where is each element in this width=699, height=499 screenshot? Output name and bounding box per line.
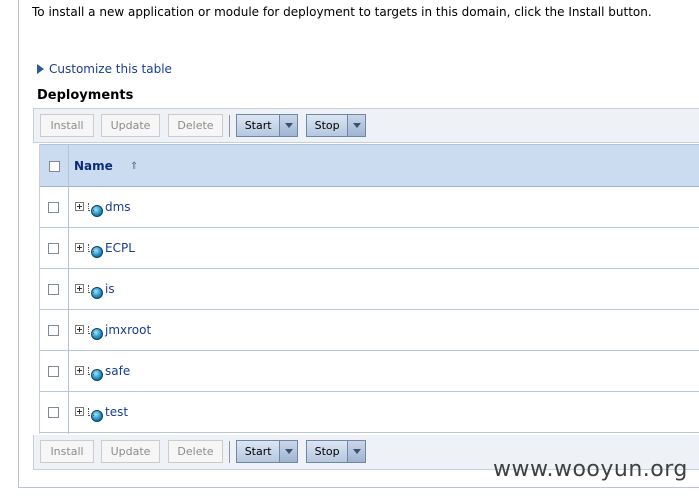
start-dropdown-button[interactable] [280,441,297,462]
application-icon [88,244,103,258]
customize-table-label: Customize this table [49,62,172,76]
deployments-table: Name ⇑ dms ECPL is jmxroot safe test [39,144,699,434]
chevron-down-icon [352,449,361,454]
stop-split-button: Stop [306,440,366,463]
install-button[interactable]: Install [40,440,94,463]
update-button[interactable]: Update [101,114,160,137]
deployment-name-link[interactable]: dms [105,200,131,214]
table-row: dms [40,187,699,228]
top-toolbar: Install Update Delete Start Stop [33,108,699,143]
table-row: is [40,269,699,310]
start-dropdown-button[interactable] [280,115,297,136]
table-row: jmxroot [40,310,699,351]
expand-plus-icon[interactable] [75,202,84,211]
watermark: www.wooyun.org [493,457,688,482]
row-checkbox[interactable] [48,407,59,418]
expand-plus-icon[interactable] [75,325,84,334]
start-button[interactable]: Start [237,115,281,136]
stop-split-button: Stop [306,114,366,137]
stop-dropdown-button[interactable] [348,115,365,136]
application-icon [88,285,103,299]
row-checkbox[interactable] [48,366,59,377]
name-column-header[interactable]: Name [74,159,113,173]
install-button[interactable]: Install [40,114,94,137]
panel-bottom-border [18,487,699,488]
expand-plus-icon[interactable] [75,366,84,375]
table-row: safe [40,351,699,392]
deployment-name-link[interactable]: is [105,282,115,296]
expand-triangle-icon [37,64,44,74]
deployment-name-link[interactable]: jmxroot [105,323,151,337]
start-button[interactable]: Start [237,441,281,462]
delete-button[interactable]: Delete [168,114,223,137]
row-checkbox[interactable] [48,243,59,254]
deployment-name-link[interactable]: safe [105,364,130,378]
application-icon [88,203,103,217]
application-icon [88,326,103,340]
deployment-name-link[interactable]: test [105,405,128,419]
expand-plus-icon[interactable] [75,407,84,416]
table-row: test [40,392,699,433]
expand-plus-icon[interactable] [75,243,84,252]
row-checkbox[interactable] [48,284,59,295]
start-split-button: Start [236,440,298,463]
row-checkbox[interactable] [48,202,59,213]
deployments-title: Deployments [37,88,134,103]
customize-table-link[interactable]: Customize this table [37,61,172,77]
stop-button[interactable]: Stop [307,115,349,136]
application-icon [88,367,103,381]
toolbar-separator [229,115,230,137]
expand-plus-icon[interactable] [75,284,84,293]
sort-ascending-icon[interactable]: ⇑ [130,161,138,172]
select-all-checkbox[interactable] [49,161,60,172]
row-checkbox[interactable] [48,325,59,336]
deployment-name-link[interactable]: ECPL [105,241,135,255]
update-button[interactable]: Update [101,440,160,463]
chevron-down-icon [284,123,293,128]
install-instructions: To install a new application or module f… [32,5,652,19]
toolbar-separator [229,441,230,463]
chevron-down-icon [284,449,293,454]
table-row: ECPL [40,228,699,269]
start-split-button: Start [236,114,298,137]
panel-left-border [18,0,19,488]
stop-button[interactable]: Stop [307,441,349,462]
stop-dropdown-button[interactable] [348,441,365,462]
delete-button[interactable]: Delete [168,440,223,463]
chevron-down-icon [352,123,361,128]
application-icon [88,408,103,422]
table-header: Name ⇑ [40,144,699,187]
column-separator [68,144,69,434]
